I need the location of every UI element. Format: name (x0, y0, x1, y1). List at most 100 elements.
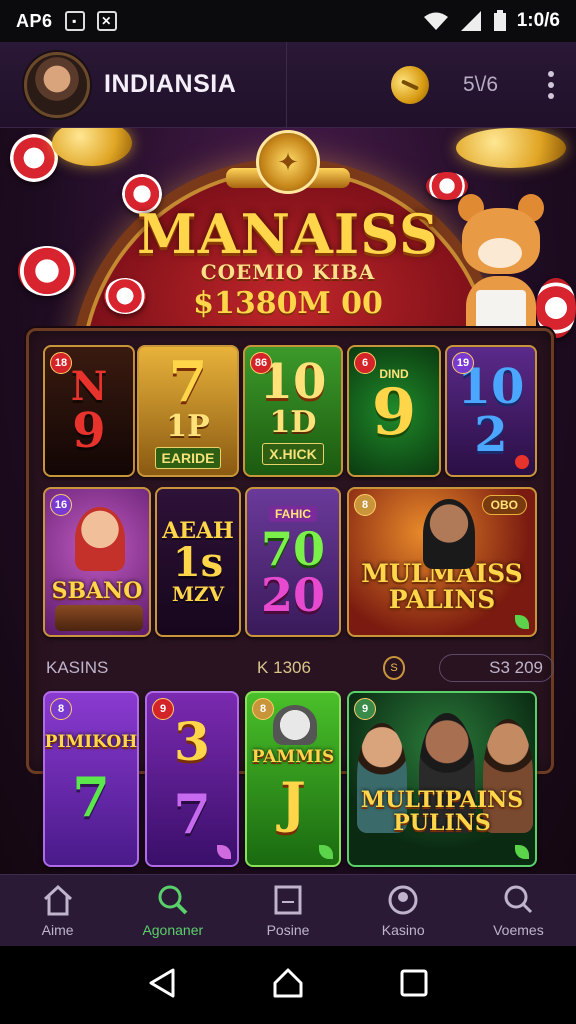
gold-coin-icon (456, 128, 566, 168)
tile-badge: 9 (152, 698, 174, 720)
character-icon (75, 507, 125, 571)
info-strip: KASINS K 1306 S S3 209 (26, 648, 554, 688)
coin-icon[interactable]: S (382, 656, 406, 680)
game-tile[interactable]: 8 PAMMIS J (245, 691, 341, 867)
status-bar: AP6 ▪ ✕ 1:0/6 (0, 0, 576, 42)
tile-corner-icon (217, 845, 231, 859)
tile-tag: EARIDE (154, 446, 222, 469)
tile-symbol: 7 (173, 782, 211, 846)
header-divider (286, 42, 287, 128)
game-tile[interactable]: 8 OBO MULMAISS PALINS (347, 487, 537, 637)
nav-label: Voemes (493, 921, 544, 938)
back-icon[interactable] (147, 967, 177, 1004)
game-tile[interactable]: FAHIC 70 20 (245, 487, 341, 637)
tile-badge: 8 (252, 698, 274, 720)
app-title: INDIANSIA (104, 70, 237, 98)
search-icon (501, 884, 535, 916)
tile-header: FAHIC (269, 506, 317, 522)
nav-item-home[interactable]: Aime (0, 875, 115, 946)
game-tile[interactable]: 8 PIMIKOH 7 (43, 691, 139, 867)
tile-corner-icon (515, 615, 529, 629)
tile-symbol: J (280, 769, 306, 834)
tile-tag: X.HICK (262, 442, 324, 465)
game-tile[interactable]: 18 N 9 (43, 345, 135, 477)
game-tile[interactable]: 9 MULTIPAINS PULINS (347, 691, 537, 867)
main-content[interactable]: ✦ MANAISS COEMIO KIBA $1380M 00 18 N 9 7… (0, 128, 576, 874)
game-tile[interactable]: 16 SBANO (43, 487, 151, 637)
game-tile[interactable]: 19 10 2 (445, 345, 537, 477)
home-icon (41, 884, 75, 916)
document-icon (271, 884, 305, 916)
signal-icon (459, 10, 483, 32)
tile-badge: 19 (452, 352, 474, 374)
tile-symbol: 7 (168, 348, 208, 415)
tile-symbol: N (70, 363, 108, 410)
tile-corner-icon (319, 845, 333, 859)
nav-item-kasino[interactable]: Kasino (346, 875, 461, 946)
gold-coin-icon (52, 128, 132, 166)
tile-symbol: 1D (269, 404, 317, 440)
home-button-icon[interactable] (271, 966, 305, 1005)
game-tile[interactable]: 7 1P EARIDE (137, 345, 239, 477)
image-icon: ▪ (64, 11, 85, 31)
carrier-label: AP6 (16, 10, 53, 31)
bottom-nav: Aime Agonaner Posine Kasino Voemes (0, 874, 576, 946)
hero-subtitle: COEMIO KIBA (200, 260, 376, 284)
tile-symbol: 9 (72, 403, 106, 459)
tile-title: PIMIKOH (44, 732, 138, 753)
game-tile[interactable]: 9 3 7 (145, 691, 239, 867)
hero-title: MANAISS (137, 202, 439, 266)
status-left: AP6 ▪ ✕ (16, 11, 117, 32)
avatar[interactable] (24, 51, 90, 118)
nav-label: Posine (266, 921, 310, 938)
tile-corner-label: OBO (481, 495, 527, 515)
tile-corner-icon (515, 455, 529, 469)
star-icon: ✦ (256, 130, 320, 194)
tile-symbol: 2 (474, 407, 508, 463)
status-right: 1:0/6 (423, 10, 560, 32)
balance-label: 5\/6 (462, 72, 498, 96)
system-nav (0, 946, 576, 1024)
profile-icon (386, 884, 420, 916)
tile-badge: 86 (250, 352, 272, 374)
character-icon (423, 499, 475, 569)
tile-symbol: 20 (260, 568, 325, 622)
tile-symbol: 9 (371, 375, 417, 450)
tile-title: PAMMIS (251, 747, 335, 768)
nav-label: Aime (41, 921, 74, 938)
tile-symbol: 3 (173, 712, 211, 773)
tile-badge: 8 (354, 494, 376, 516)
tile-badge: 8 (50, 698, 72, 720)
tile-badge: 9 (354, 698, 376, 720)
tile-symbol: 70 (260, 522, 325, 576)
hero-jackpot: $1380M 00 (193, 286, 383, 321)
tile-symbol: MZV (171, 582, 225, 607)
more-icon[interactable] (548, 70, 554, 99)
nav-item-posine[interactable]: Posine (230, 875, 345, 946)
nav-item-voemes[interactable]: Voemes (461, 875, 576, 946)
tile-symbol: 7 (72, 764, 110, 829)
search-icon (156, 884, 190, 916)
hero-banner[interactable]: ✦ MANAISS COEMIO KIBA $1380M 00 (0, 128, 576, 398)
tile-title: MULTIPAINS PULINS (360, 787, 524, 837)
recents-icon[interactable] (399, 968, 429, 1003)
app-icon: ✕ (96, 11, 117, 31)
info-label: KASINS (46, 658, 109, 677)
nav-label: Kasino (381, 921, 425, 938)
character-icon (273, 705, 317, 745)
game-tile[interactable]: 86 10 1D X.HICK (243, 345, 343, 477)
barrel-icon (55, 605, 143, 631)
app-header: INDIANSIA 5\/6 (0, 42, 576, 128)
tile-symbol: 1P (166, 408, 210, 444)
amount-pill[interactable]: S3 209 (439, 654, 554, 682)
tile-title: SBANO (51, 578, 143, 605)
tile-badge: 18 (50, 352, 72, 374)
tile-badge: 16 (50, 494, 72, 516)
clock: 1:0/6 (516, 10, 560, 31)
game-tile[interactable]: 6 DIND 9 (347, 345, 441, 477)
tile-corner-icon (515, 845, 529, 859)
casino-chip-icon (10, 134, 58, 182)
coin-icon[interactable] (385, 60, 435, 109)
game-tile[interactable]: AEAH 1s MZV (155, 487, 241, 637)
nav-item-search[interactable]: Agonaner (115, 875, 230, 946)
